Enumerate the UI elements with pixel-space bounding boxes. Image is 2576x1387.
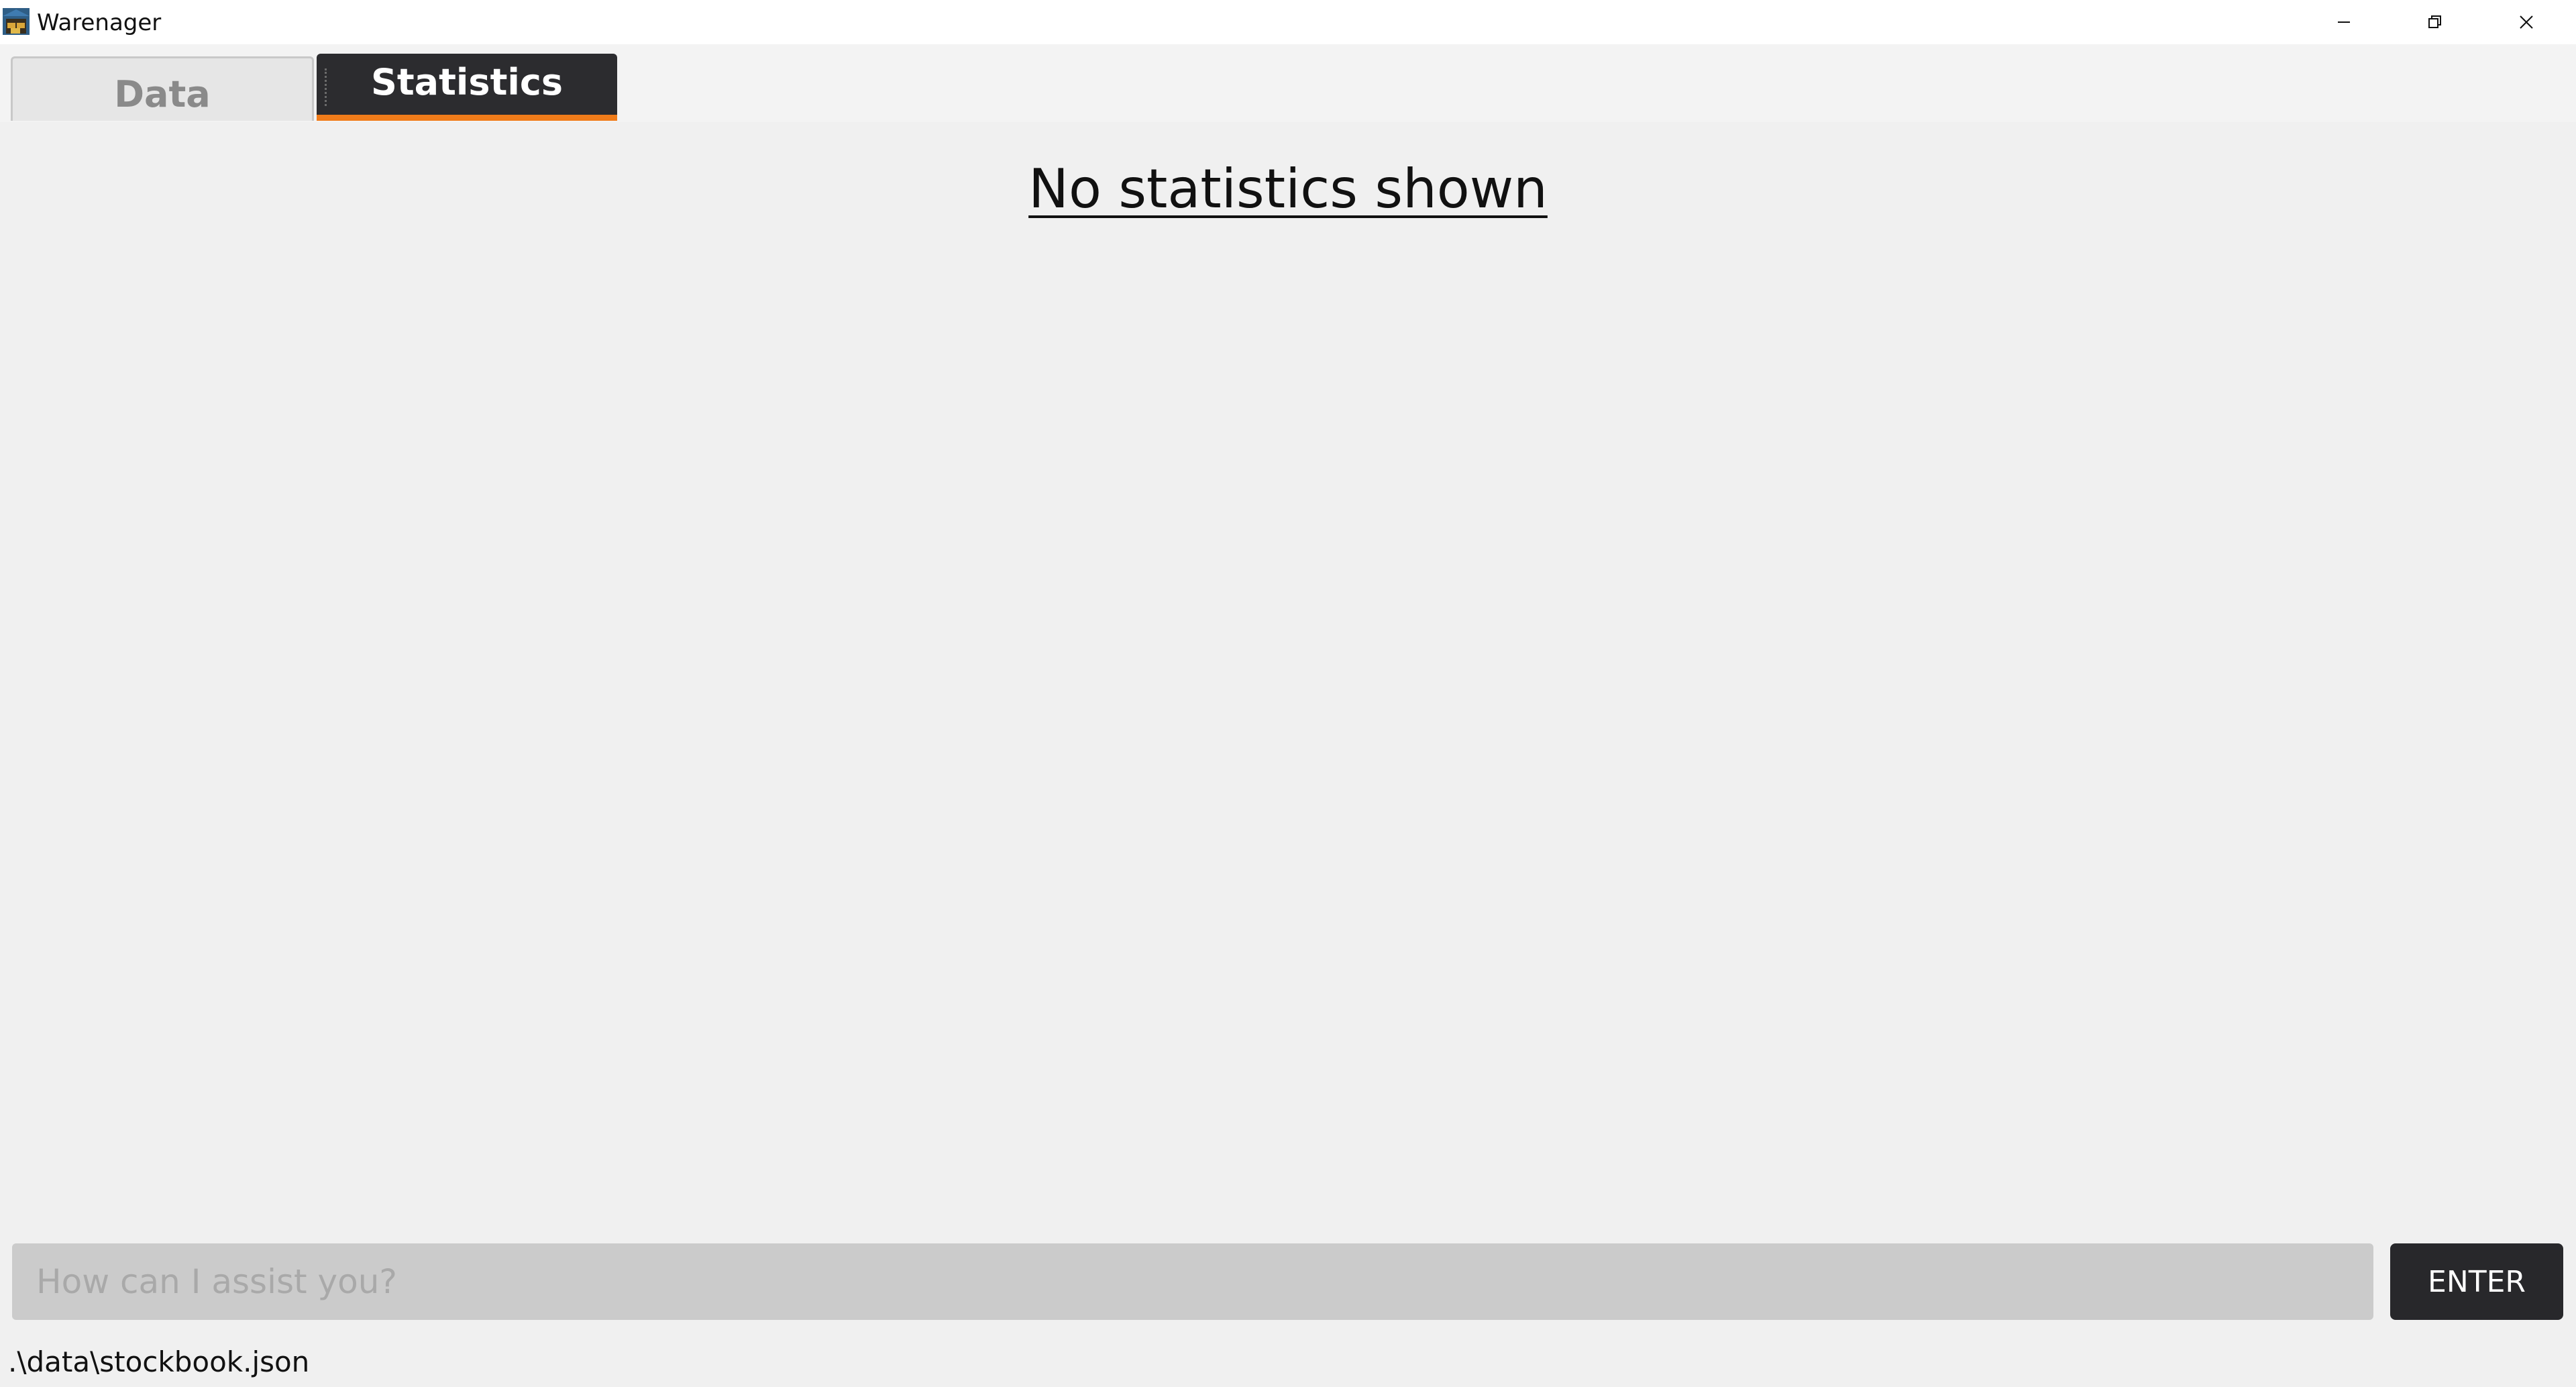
tab-statistics[interactable]: Statistics: [317, 54, 617, 121]
warehouse-app-icon: [1, 7, 31, 36]
tab-grip-handle: [325, 68, 327, 106]
minimize-button[interactable]: [2298, 0, 2390, 44]
title-bar: Warenager: [0, 0, 2576, 44]
close-button[interactable]: [2481, 0, 2572, 44]
statistics-panel: No statistics shown: [0, 122, 2576, 1229]
empty-statistics-message: No statistics shown: [1028, 158, 1548, 220]
restore-button[interactable]: [2390, 0, 2481, 44]
tab-data[interactable]: Data: [11, 56, 314, 121]
app-window: Warenager Data Statistics No statistics …: [0, 0, 2576, 1387]
enter-button-label: ENTER: [2428, 1264, 2526, 1299]
command-input[interactable]: [12, 1243, 2373, 1320]
tab-strip: Data Statistics: [0, 44, 2576, 122]
restore-icon: [2427, 14, 2443, 30]
tab-statistics-label: Statistics: [370, 61, 564, 103]
minimize-icon: [2336, 14, 2352, 30]
close-icon: [2518, 14, 2534, 30]
tab-data-label: Data: [114, 73, 211, 115]
enter-button[interactable]: ENTER: [2390, 1243, 2563, 1320]
storage-file-path: .\data\stockbook.json: [8, 1345, 310, 1378]
window-title: Warenager: [37, 9, 162, 36]
